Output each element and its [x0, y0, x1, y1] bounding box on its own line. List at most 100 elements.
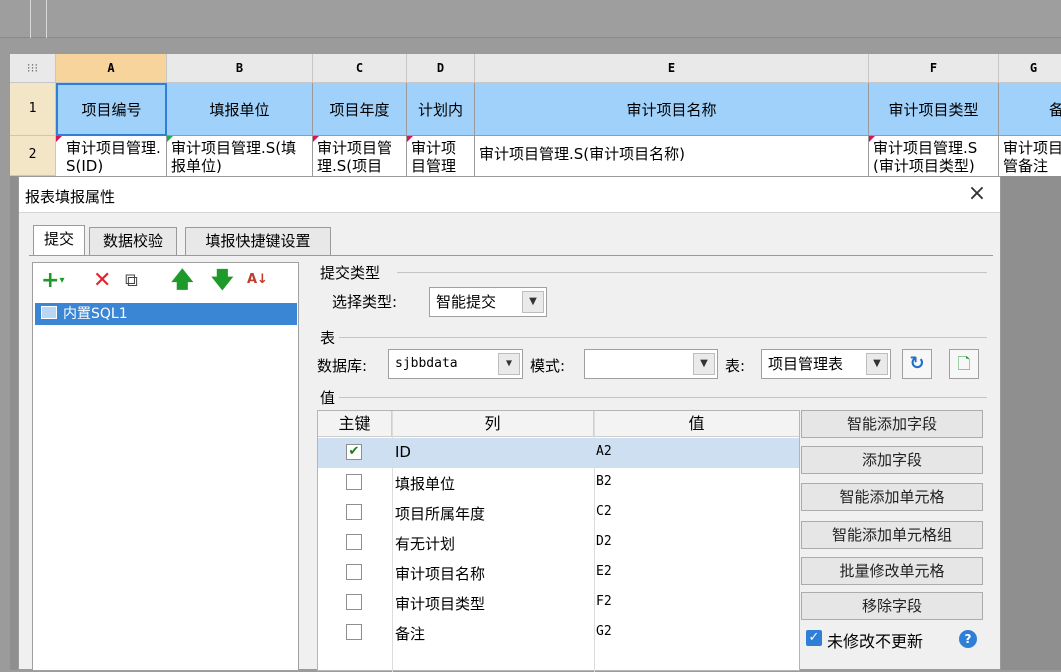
no-update-label: 未修改不更新 [827, 632, 924, 651]
header-primary-key[interactable]: 主键 [318, 411, 392, 437]
smart-add-cell-group-button[interactable]: 智能添加单元格组 [801, 521, 983, 549]
cell-g1[interactable]: 备 [999, 83, 1061, 136]
cell-a2[interactable]: 审计项目管理.S(ID) [56, 136, 167, 176]
report-fill-properties-dialog: 报表填报属性 × 提交 数据校验 填报快捷键设置 +▾ ✕ ⧉ 🡅 🡇 A↓ 内… [18, 176, 1001, 672]
tab-data-validation[interactable]: 数据校验 [89, 227, 177, 255]
column-header-d[interactable]: D [407, 54, 475, 83]
field-cell-value: B2 [596, 474, 612, 489]
cell-g2-text: 审计项目管备注 [1003, 139, 1061, 175]
table-group-label: 表 [320, 329, 336, 347]
field-row[interactable]: 审计项目类型 F2 [318, 588, 799, 618]
cell-c1[interactable]: 项目年度 [313, 83, 407, 136]
header-column[interactable]: 列 [392, 411, 594, 437]
dialog-title: 报表填报属性 [25, 188, 116, 206]
database-value: sjbbdata [395, 356, 458, 371]
column-header-e[interactable]: E [475, 54, 869, 83]
field-column-name: 审计项目名称 [395, 565, 486, 583]
toolbar-divider [46, 0, 47, 38]
primary-key-checkbox[interactable] [346, 564, 362, 580]
cell-b1[interactable]: 填报单位 [167, 83, 313, 136]
field-column-name: ID [395, 443, 411, 461]
refresh-icon[interactable]: ↻ [902, 349, 932, 379]
column-header-a[interactable]: A [56, 54, 167, 83]
field-column-name: 项目所属年度 [395, 505, 486, 523]
cell-a1[interactable]: 项目编号 [56, 83, 167, 136]
remove-field-button[interactable]: 移除字段 [801, 592, 983, 620]
column-header-g[interactable]: G [999, 54, 1061, 83]
table-preview-icon[interactable]: 🗋 [949, 349, 979, 379]
dialog-titlebar: 报表填报属性 × [19, 177, 1000, 213]
group-separator [397, 272, 987, 273]
header-value[interactable]: 值 [594, 411, 799, 437]
cell-g2[interactable]: 审计项目管备注 [999, 136, 1061, 176]
submit-type-select[interactable]: 智能提交 ▼ [429, 287, 547, 317]
primary-key-checkbox[interactable] [346, 534, 362, 550]
field-column-name: 备注 [395, 625, 426, 643]
field-row[interactable]: 项目所属年度 C2 [318, 498, 799, 528]
tree-item-builtin-sql1[interactable]: 内置SQL1 [35, 303, 297, 325]
field-row[interactable]: 填报单位 B2 [318, 468, 799, 498]
cell-d1[interactable]: 计划内 [407, 83, 475, 136]
submit-list-panel: +▾ ✕ ⧉ 🡅 🡇 A↓ 内置SQL1 [32, 262, 299, 671]
tab-submit[interactable]: 提交 [33, 225, 85, 255]
top-toolbar [0, 0, 1061, 38]
no-update-checkbox[interactable]: ✓ [806, 630, 822, 646]
primary-key-checkbox[interactable] [346, 594, 362, 610]
delete-icon[interactable]: ✕ [93, 267, 111, 295]
cell-f2[interactable]: 审计项目管理.S(审计项目类型) [869, 136, 999, 176]
cell-c2-text: 审计项目管理.S(项目 [317, 139, 393, 175]
primary-key-checkbox[interactable]: ✔ [346, 444, 362, 460]
field-row[interactable]: ✔ ID A2 [318, 438, 799, 468]
toolbar-divider [30, 0, 31, 38]
chevron-down-icon[interactable]: ▼ [866, 353, 888, 375]
select-all-corner[interactable]: ⁝⁝⁝ [10, 54, 56, 83]
primary-key-checkbox[interactable] [346, 504, 362, 520]
column-header-b[interactable]: B [167, 54, 313, 83]
database-label: 数据库: [317, 357, 368, 375]
chevron-down-icon[interactable]: ▼ [498, 353, 520, 375]
help-icon[interactable]: ? [959, 630, 977, 648]
field-cell-value: A2 [596, 444, 612, 459]
row-header-1[interactable]: 1 [10, 83, 56, 136]
field-column-name: 有无计划 [395, 535, 456, 553]
move-up-icon[interactable]: 🡅 [171, 267, 194, 295]
field-row[interactable]: 审计项目名称 E2 [318, 558, 799, 588]
close-icon[interactable]: × [964, 181, 990, 207]
smart-add-fields-button[interactable]: 智能添加字段 [801, 410, 983, 438]
field-column-name: 审计项目类型 [395, 595, 486, 613]
add-icon[interactable]: +▾ [41, 267, 64, 295]
group-separator [339, 337, 987, 338]
cell-a2-text: 审计项目管理.S(ID) [66, 139, 161, 175]
add-field-button[interactable]: 添加字段 [801, 446, 983, 474]
submit-type-value: 智能提交 [436, 293, 497, 311]
field-row[interactable]: 有无计划 D2 [318, 528, 799, 558]
database-select[interactable]: sjbbdata ▼ [388, 349, 523, 379]
chevron-down-icon[interactable]: ▼ [522, 291, 544, 313]
table-label: 表: [725, 357, 746, 375]
column-header-c[interactable]: C [313, 54, 407, 83]
cell-e2[interactable]: 审计项目管理.S(审计项目名称) [475, 136, 869, 176]
field-column-name: 填报单位 [395, 475, 456, 493]
primary-key-checkbox[interactable] [346, 474, 362, 490]
tab-divider [29, 255, 993, 256]
select-type-label: 选择类型: [332, 293, 398, 311]
primary-key-checkbox[interactable] [346, 624, 362, 640]
field-row[interactable]: 备注 G2 [318, 618, 799, 648]
cell-c2[interactable]: 审计项目管理.S(项目 [313, 136, 407, 176]
sort-icon[interactable]: A↓ [247, 267, 268, 293]
row-header-2[interactable]: 2 [10, 136, 56, 176]
chevron-down-icon[interactable]: ▼ [693, 353, 715, 375]
cell-f1[interactable]: 审计项目类型 [869, 83, 999, 136]
group-separator [339, 397, 987, 398]
table-select[interactable]: 项目管理表 ▼ [761, 349, 891, 379]
cell-b2[interactable]: 审计项目管理.S(填报单位) [167, 136, 313, 176]
cell-e1[interactable]: 审计项目名称 [475, 83, 869, 136]
smart-add-cells-button[interactable]: 智能添加单元格 [801, 483, 983, 511]
batch-modify-cells-button[interactable]: 批量修改单元格 [801, 557, 983, 585]
tab-shortcut-settings[interactable]: 填报快捷键设置 [185, 227, 331, 255]
move-down-icon[interactable]: 🡇 [211, 267, 234, 295]
column-header-f[interactable]: F [869, 54, 999, 83]
mode-select[interactable]: ▼ [584, 349, 718, 379]
copy-icon[interactable]: ⧉ [125, 267, 138, 295]
cell-d2[interactable]: 审计项目管理 [407, 136, 475, 176]
